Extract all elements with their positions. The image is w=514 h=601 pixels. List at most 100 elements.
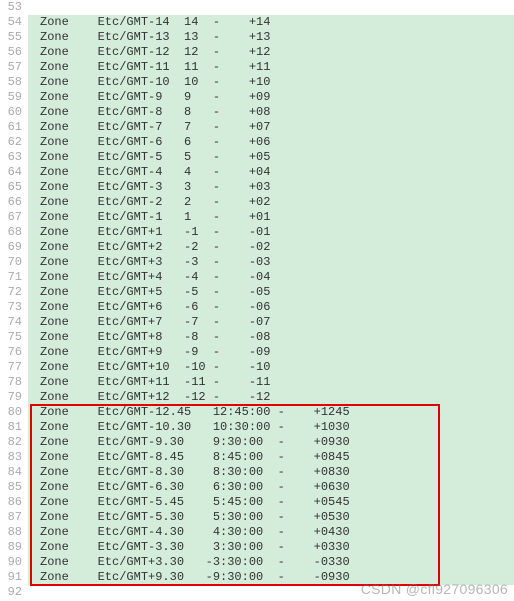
line-number: 53 <box>0 0 28 15</box>
line-number: 72 <box>0 285 28 300</box>
line-number: 62 <box>0 135 28 150</box>
code-row: 60Zone Etc/GMT-8 8 - +08 <box>0 105 514 120</box>
line-number: 87 <box>0 510 28 525</box>
line-number: 58 <box>0 75 28 90</box>
code-text: Zone Etc/GMT-9 9 - +09 <box>28 90 514 105</box>
line-number: 68 <box>0 225 28 240</box>
code-row: 63Zone Etc/GMT-5 5 - +05 <box>0 150 514 165</box>
code-text: Zone Etc/GMT-5 5 - +05 <box>28 150 514 165</box>
line-number: 82 <box>0 435 28 450</box>
code-row: 68Zone Etc/GMT+1 -1 - -01 <box>0 225 514 240</box>
code-row: 66Zone Etc/GMT-2 2 - +02 <box>0 195 514 210</box>
code-row: 64Zone Etc/GMT-4 4 - +04 <box>0 165 514 180</box>
code-text: Zone Etc/GMT-5.45 5:45:00 - +0545 <box>28 495 514 510</box>
code-text: Zone Etc/GMT+8 -8 - -08 <box>28 330 514 345</box>
code-text: Zone Etc/GMT-12 12 - +12 <box>28 45 514 60</box>
code-text: Zone Etc/GMT+3.30 -3:30:00 - -0330 <box>28 555 514 570</box>
code-row: 73Zone Etc/GMT+6 -6 - -06 <box>0 300 514 315</box>
code-row: 67Zone Etc/GMT-1 1 - +01 <box>0 210 514 225</box>
code-row: 53 <box>0 0 514 15</box>
line-number: 85 <box>0 480 28 495</box>
code-text: Zone Etc/GMT-8 8 - +08 <box>28 105 514 120</box>
code-text: Zone Etc/GMT+5 -5 - -05 <box>28 285 514 300</box>
code-text: Zone Etc/GMT+9 -9 - -09 <box>28 345 514 360</box>
code-text: Zone Etc/GMT-6.30 6:30:00 - +0630 <box>28 480 514 495</box>
code-row: 54Zone Etc/GMT-14 14 - +14 <box>0 15 514 30</box>
code-row: 87Zone Etc/GMT-5.30 5:30:00 - +0530 <box>0 510 514 525</box>
line-number: 92 <box>0 585 28 600</box>
code-row: 84Zone Etc/GMT-8.30 8:30:00 - +0830 <box>0 465 514 480</box>
code-text: Zone Etc/GMT-10 10 - +10 <box>28 75 514 90</box>
code-row: 76Zone Etc/GMT+9 -9 - -09 <box>0 345 514 360</box>
line-number: 90 <box>0 555 28 570</box>
code-text: Zone Etc/GMT-3 3 - +03 <box>28 180 514 195</box>
code-text: Zone Etc/GMT+7 -7 - -07 <box>28 315 514 330</box>
line-number: 86 <box>0 495 28 510</box>
code-row: 81Zone Etc/GMT-10.30 10:30:00 - +1030 <box>0 420 514 435</box>
code-text: Zone Etc/GMT-7 7 - +07 <box>28 120 514 135</box>
line-number: 61 <box>0 120 28 135</box>
line-number: 74 <box>0 315 28 330</box>
code-text: Zone Etc/GMT-1 1 - +01 <box>28 210 514 225</box>
code-text: Zone Etc/GMT+2 -2 - -02 <box>28 240 514 255</box>
code-text: Zone Etc/GMT-2 2 - +02 <box>28 195 514 210</box>
code-text: Zone Etc/GMT-5.30 5:30:00 - +0530 <box>28 510 514 525</box>
line-number: 77 <box>0 360 28 375</box>
line-number: 79 <box>0 390 28 405</box>
code-row: 55Zone Etc/GMT-13 13 - +13 <box>0 30 514 45</box>
line-number: 70 <box>0 255 28 270</box>
line-number: 83 <box>0 450 28 465</box>
code-row: 89Zone Etc/GMT-3.30 3:30:00 - +0330 <box>0 540 514 555</box>
code-block: 5354Zone Etc/GMT-14 14 - +1455Zone Etc/G… <box>0 0 514 600</box>
code-text: Zone Etc/GMT-4.30 4:30:00 - +0430 <box>28 525 514 540</box>
code-text: Zone Etc/GMT+11 -11 - -11 <box>28 375 514 390</box>
code-text: Zone Etc/GMT-3.30 3:30:00 - +0330 <box>28 540 514 555</box>
line-number: 73 <box>0 300 28 315</box>
code-row: 62Zone Etc/GMT-6 6 - +06 <box>0 135 514 150</box>
code-text: Zone Etc/GMT+3 -3 - -03 <box>28 255 514 270</box>
line-number: 89 <box>0 540 28 555</box>
line-number: 65 <box>0 180 28 195</box>
line-number: 91 <box>0 570 28 585</box>
code-row: 57Zone Etc/GMT-11 11 - +11 <box>0 60 514 75</box>
line-number: 78 <box>0 375 28 390</box>
code-row: 86Zone Etc/GMT-5.45 5:45:00 - +0545 <box>0 495 514 510</box>
line-number: 54 <box>0 15 28 30</box>
code-row: 83Zone Etc/GMT-8.45 8:45:00 - +0845 <box>0 450 514 465</box>
code-row: 80Zone Etc/GMT-12.45 12:45:00 - +1245 <box>0 405 514 420</box>
code-row: 75Zone Etc/GMT+8 -8 - -08 <box>0 330 514 345</box>
code-row: 77Zone Etc/GMT+10 -10 - -10 <box>0 360 514 375</box>
code-row: 88Zone Etc/GMT-4.30 4:30:00 - +0430 <box>0 525 514 540</box>
line-number: 69 <box>0 240 28 255</box>
code-text: Zone Etc/GMT-14 14 - +14 <box>28 15 514 30</box>
watermark: CSDN @cfl927096306 <box>361 581 508 597</box>
code-text: Zone Etc/GMT+1 -1 - -01 <box>28 225 514 240</box>
code-row: 82Zone Etc/GMT-9.30 9:30:00 - +0930 <box>0 435 514 450</box>
line-number: 67 <box>0 210 28 225</box>
line-number: 64 <box>0 165 28 180</box>
code-text: Zone Etc/GMT-6 6 - +06 <box>28 135 514 150</box>
code-row: 71Zone Etc/GMT+4 -4 - -04 <box>0 270 514 285</box>
code-row: 65Zone Etc/GMT-3 3 - +03 <box>0 180 514 195</box>
code-text: Zone Etc/GMT+6 -6 - -06 <box>28 300 514 315</box>
line-number: 56 <box>0 45 28 60</box>
code-row: 79Zone Etc/GMT+12 -12 - -12 <box>0 390 514 405</box>
line-number: 88 <box>0 525 28 540</box>
code-row: 85Zone Etc/GMT-6.30 6:30:00 - +0630 <box>0 480 514 495</box>
line-number: 66 <box>0 195 28 210</box>
line-number: 71 <box>0 270 28 285</box>
line-number: 55 <box>0 30 28 45</box>
code-row: 90Zone Etc/GMT+3.30 -3:30:00 - -0330 <box>0 555 514 570</box>
code-row: 70Zone Etc/GMT+3 -3 - -03 <box>0 255 514 270</box>
code-row: 78Zone Etc/GMT+11 -11 - -11 <box>0 375 514 390</box>
code-text: Zone Etc/GMT-9.30 9:30:00 - +0930 <box>28 435 514 450</box>
code-text: Zone Etc/GMT-12.45 12:45:00 - +1245 <box>28 405 514 420</box>
code-row: 56Zone Etc/GMT-12 12 - +12 <box>0 45 514 60</box>
code-text: Zone Etc/GMT+10 -10 - -10 <box>28 360 514 375</box>
line-number: 75 <box>0 330 28 345</box>
code-text: Zone Etc/GMT-8.30 8:30:00 - +0830 <box>28 465 514 480</box>
line-number: 57 <box>0 60 28 75</box>
line-number: 84 <box>0 465 28 480</box>
line-number: 63 <box>0 150 28 165</box>
line-number: 76 <box>0 345 28 360</box>
